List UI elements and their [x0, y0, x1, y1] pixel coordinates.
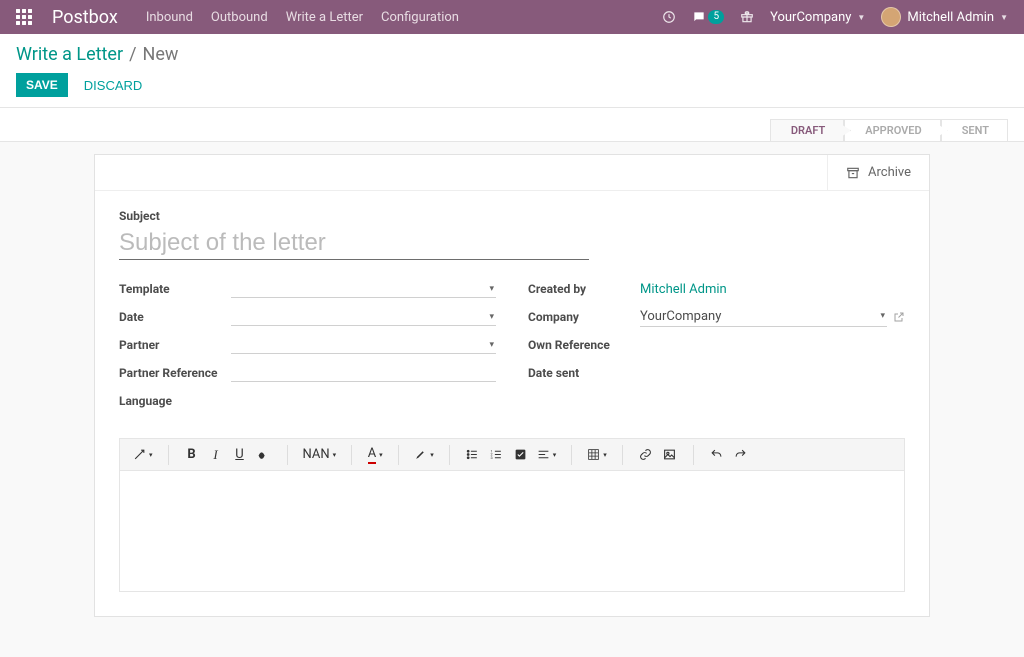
field-partner[interactable]: ▾ — [231, 336, 496, 354]
highlight-dropdown[interactable]: ▾ — [411, 443, 437, 467]
form-sheet: Archive Subject Template ▾ Date ▾ Par — [94, 154, 930, 617]
navbar-right: 5 YourCompany ▼ Mitchell Admin ▼ — [662, 7, 1008, 27]
save-button[interactable]: SAVE — [16, 73, 68, 97]
message-badge: 5 — [708, 10, 724, 24]
archive-icon — [846, 166, 860, 180]
chevron-down-icon: ▾ — [880, 311, 885, 321]
right-column: Created by Mitchell Admin Company YourCo… — [528, 278, 905, 418]
form-body: Subject Template ▾ Date ▾ Partner ▾ — [95, 191, 929, 616]
nav-link-inbound[interactable]: Inbound — [146, 10, 193, 25]
unordered-list-icon[interactable] — [462, 443, 484, 467]
svg-text:3: 3 — [491, 455, 493, 460]
company-name: YourCompany — [770, 10, 851, 25]
undo-icon[interactable] — [706, 443, 728, 467]
field-partner-ref[interactable] — [231, 364, 496, 382]
statusbar: DRAFT APPROVED SENT — [0, 108, 1024, 142]
field-company[interactable]: YourCompany ▾ — [640, 307, 887, 327]
nav-link-outbound[interactable]: Outbound — [211, 10, 268, 25]
font-color-dropdown[interactable]: A▾ — [364, 443, 386, 467]
brand[interactable]: Postbox — [52, 7, 118, 28]
field-date[interactable]: ▾ — [231, 308, 496, 326]
company-value: YourCompany — [640, 309, 721, 324]
italic-button[interactable]: I — [205, 443, 227, 467]
breadcrumb-current: New — [143, 44, 179, 65]
status-approved[interactable]: APPROVED — [844, 119, 940, 141]
sheet-wrap: Archive Subject Template ▾ Date ▾ Par — [0, 142, 1024, 657]
clock-icon[interactable] — [662, 10, 676, 24]
label-partner-ref: Partner Reference — [119, 366, 231, 380]
company-dropdown[interactable]: YourCompany ▼ — [770, 10, 865, 25]
editor-content[interactable] — [120, 471, 904, 591]
ordered-list-icon[interactable]: 123 — [486, 443, 508, 467]
field-template[interactable]: ▾ — [231, 280, 496, 298]
table-dropdown[interactable]: ▾ — [584, 443, 610, 467]
label-partner: Partner — [119, 338, 231, 352]
form-columns: Template ▾ Date ▾ Partner ▾ Partner Refe… — [119, 278, 905, 418]
underline-button[interactable]: U — [229, 443, 251, 467]
image-icon[interactable] — [659, 443, 681, 467]
apps-icon[interactable] — [16, 9, 32, 25]
status-steps: DRAFT APPROVED SENT — [770, 119, 1008, 141]
nav-link-config[interactable]: Configuration — [381, 10, 459, 25]
label-company: Company — [528, 310, 640, 324]
actions-row: SAVE DISCARD — [0, 69, 1024, 107]
checklist-icon[interactable] — [510, 443, 532, 467]
left-column: Template ▾ Date ▾ Partner ▾ Partner Refe… — [119, 278, 496, 418]
editor-toolbar: ▾ B I U NAN▾ A▾ — [120, 439, 904, 471]
chevron-down-icon: ▼ — [857, 13, 865, 22]
archive-label: Archive — [868, 165, 911, 180]
nav-link-write[interactable]: Write a Letter — [286, 10, 363, 25]
label-date-sent: Date sent — [528, 366, 640, 380]
status-draft[interactable]: DRAFT — [770, 119, 844, 141]
breadcrumb: Write a Letter / New — [0, 34, 1024, 69]
created-by-link[interactable]: Mitchell Admin — [640, 282, 727, 297]
gift-icon[interactable] — [740, 10, 754, 24]
discard-button[interactable]: DISCARD — [84, 78, 143, 93]
control-bar: Write a Letter / New SAVE DISCARD — [0, 34, 1024, 108]
user-dropdown[interactable]: Mitchell Admin ▼ — [881, 7, 1008, 27]
magic-icon[interactable]: ▾ — [130, 443, 156, 467]
redo-icon[interactable] — [730, 443, 752, 467]
breadcrumb-root[interactable]: Write a Letter — [16, 44, 123, 65]
subject-input[interactable] — [119, 227, 589, 260]
bold-button[interactable]: B — [181, 443, 203, 467]
user-name: Mitchell Admin — [907, 10, 994, 25]
button-box: Archive — [95, 155, 929, 191]
label-created-by: Created by — [528, 282, 640, 296]
external-link-icon[interactable] — [893, 311, 905, 323]
archive-button[interactable]: Archive — [827, 155, 929, 190]
label-date: Date — [119, 310, 231, 324]
status-sent[interactable]: SENT — [941, 119, 1008, 141]
font-size-dropdown[interactable]: NAN▾ — [300, 443, 340, 467]
chevron-down-icon: ▾ — [489, 340, 494, 350]
field-created-by: Mitchell Admin — [640, 282, 905, 297]
label-own-ref: Own Reference — [528, 338, 658, 352]
rich-text-editor: ▾ B I U NAN▾ A▾ — [119, 438, 905, 592]
link-icon[interactable] — [635, 443, 657, 467]
breadcrumb-sep: / — [129, 44, 136, 65]
nav-links: Inbound Outbound Write a Letter Configur… — [146, 10, 459, 25]
label-template: Template — [119, 282, 231, 296]
align-dropdown[interactable]: ▾ — [534, 443, 560, 467]
label-language: Language — [119, 394, 231, 408]
avatar — [881, 7, 901, 27]
chevron-down-icon: ▼ — [1000, 13, 1008, 22]
chevron-down-icon: ▾ — [489, 312, 494, 322]
remove-format-icon[interactable] — [253, 443, 275, 467]
messages-icon[interactable]: 5 — [692, 10, 724, 24]
subject-label: Subject — [119, 209, 905, 223]
top-navbar: Postbox Inbound Outbound Write a Letter … — [0, 0, 1024, 34]
chevron-down-icon: ▾ — [489, 284, 494, 294]
navbar-left: Postbox Inbound Outbound Write a Letter … — [16, 7, 459, 28]
